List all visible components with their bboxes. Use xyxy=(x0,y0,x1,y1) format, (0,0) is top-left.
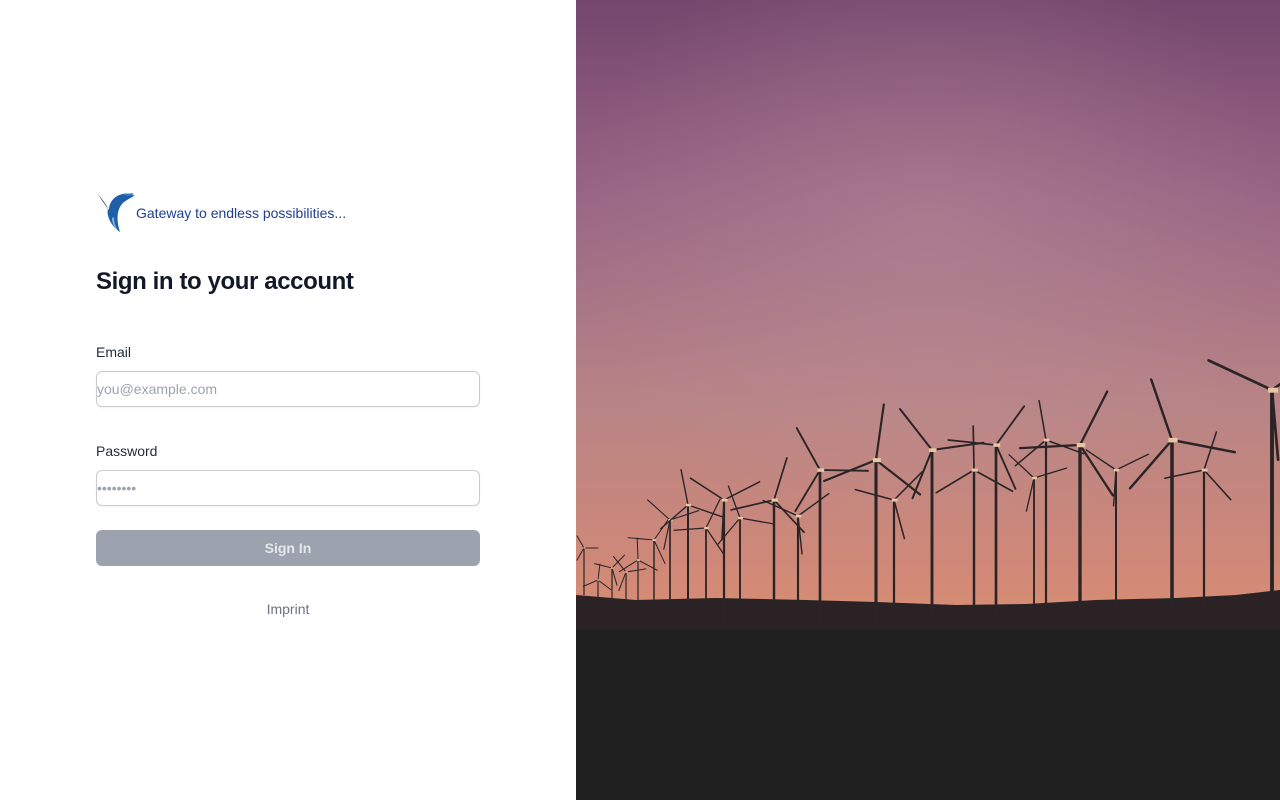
login-form: Gateway to endless possibilities... Sign… xyxy=(96,190,480,617)
wind-turbines-sunset-image xyxy=(576,0,1280,800)
email-input[interactable] xyxy=(96,371,480,407)
turbine-nacelle xyxy=(771,498,778,502)
turbine-nacelle xyxy=(1043,438,1050,442)
turbine-nacelle xyxy=(583,547,586,549)
turbine-nacelle xyxy=(624,571,628,573)
turbine-nacelle xyxy=(652,539,657,541)
turbine-nacelle xyxy=(1032,476,1037,480)
turbine-nacelle xyxy=(929,448,937,452)
turbine-nacelle xyxy=(872,458,881,463)
turbine-nacelle xyxy=(817,468,825,472)
turbine-nacelle xyxy=(795,514,802,518)
turbine-blade xyxy=(972,425,975,471)
turbine-blade xyxy=(819,469,869,472)
login-panel: Gateway to endless possibilities... Sign… xyxy=(0,0,576,800)
turbine-nacelle xyxy=(686,503,692,507)
turbine-nacelle xyxy=(738,516,743,520)
turbine-nacelle xyxy=(1201,468,1208,472)
email-label: Email xyxy=(96,344,132,360)
sign-in-button[interactable]: Sign In xyxy=(96,530,480,566)
turbine-nacelle xyxy=(721,498,728,502)
turbine-nacelle xyxy=(636,559,640,561)
turbine-nacelle xyxy=(1114,468,1120,472)
imprint-link[interactable]: Imprint xyxy=(96,601,480,617)
brand-header: Gateway to endless possibilities... xyxy=(96,190,480,234)
hummingbird-logo-icon xyxy=(97,193,135,232)
page-title: Sign in to your account xyxy=(96,268,354,295)
brand-tagline: Gateway to endless possibilities... xyxy=(136,205,347,221)
turbine-nacelle xyxy=(704,526,709,530)
turbine-nacelle xyxy=(597,579,600,581)
turbine-nacelle xyxy=(611,567,614,569)
hero-image xyxy=(576,0,1280,800)
password-input[interactable] xyxy=(96,470,480,506)
turbine-nacelle xyxy=(971,468,978,472)
turbine-nacelle xyxy=(1268,387,1279,393)
turbine-nacelle xyxy=(891,498,898,502)
password-label: Password xyxy=(96,443,158,459)
turbine-nacelle xyxy=(993,443,1001,447)
turbine-nacelle xyxy=(1168,437,1178,443)
turbine-nacelle xyxy=(1076,443,1086,448)
